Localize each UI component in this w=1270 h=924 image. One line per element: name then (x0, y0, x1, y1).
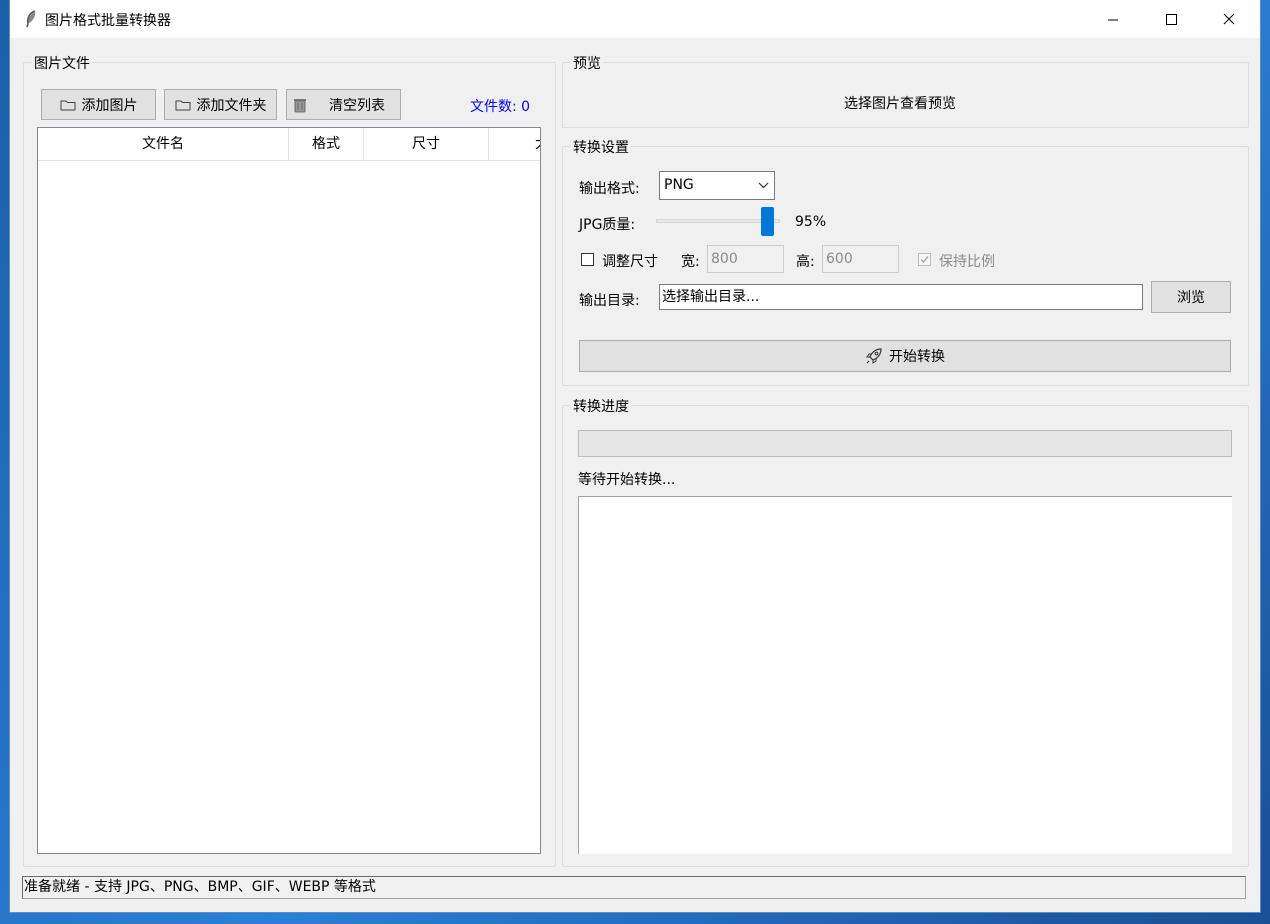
add-images-label: 添加图片 (81, 97, 138, 114)
progress-bar (578, 430, 1232, 457)
height-label: 高: (796, 254, 815, 270)
file-list[interactable]: 文件名 格式 尺寸 大小 (37, 127, 541, 854)
preview-placeholder: 选择图片查看预览 (844, 96, 956, 112)
chevron-down-icon (758, 182, 769, 189)
browse-label: 浏览 (1177, 290, 1205, 306)
maximize-button[interactable] (1142, 0, 1200, 38)
progress-status: 等待开始转换... (578, 472, 676, 488)
height-input[interactable]: 600 (822, 245, 899, 273)
resize-checkbox[interactable] (581, 253, 594, 266)
start-convert-label: 开始转换 (889, 349, 945, 365)
column-header-format[interactable]: 格式 (289, 128, 364, 160)
close-icon (1223, 13, 1235, 25)
preview-panel-title: 预览 (571, 53, 603, 73)
folder-icon (175, 100, 190, 110)
progress-log[interactable] (578, 496, 1232, 854)
window-title: 图片格式批量转换器 (45, 13, 171, 29)
column-header-filesize[interactable]: 大小 (489, 128, 540, 160)
jpg-quality-slider[interactable] (656, 206, 780, 236)
start-convert-button[interactable]: 开始转换 (579, 340, 1231, 372)
resize-label[interactable]: 调整尺寸 (602, 251, 658, 271)
title-bar: 图片格式批量转换器 (10, 0, 1260, 38)
folder-icon (60, 100, 75, 110)
keep-ratio-checkbox[interactable] (918, 253, 931, 266)
width-label: 宽: (681, 254, 700, 270)
file-panel-title: 图片文件 (32, 53, 92, 73)
column-header-size[interactable]: 尺寸 (364, 128, 489, 160)
progress-panel-title: 转换进度 (571, 396, 631, 416)
minimize-icon (1108, 19, 1118, 21)
clear-list-button[interactable]: 清空列表 (286, 89, 401, 120)
file-list-header: 文件名 格式 尺寸 大小 (38, 128, 540, 161)
output-format-select[interactable]: PNG (659, 171, 775, 200)
output-dir-input[interactable]: 选择输出目录... (659, 284, 1143, 310)
settings-panel-title: 转换设置 (571, 137, 631, 157)
jpg-quality-value: 95% (795, 214, 827, 230)
file-count: 文件数: 0 (470, 99, 531, 115)
clear-list-label: 清空列表 (329, 97, 385, 114)
maximize-icon (1166, 14, 1177, 25)
add-images-button[interactable]: 添加图片 (41, 89, 156, 120)
keep-ratio-label[interactable]: 保持比例 (939, 251, 995, 271)
app-window: 图片格式批量转换器 图片文件 添加图片 添加文件夹 清空列表 文件数: 0 文件… (10, 0, 1260, 912)
checkmark-icon (920, 256, 929, 264)
rocket-icon (866, 348, 882, 364)
output-dir-label: 输出目录: (579, 293, 640, 309)
add-folder-label: 添加文件夹 (196, 97, 267, 114)
minimize-button[interactable] (1084, 0, 1142, 38)
slider-thumb[interactable] (761, 207, 774, 236)
jpg-quality-label: JPG质量: (579, 217, 636, 233)
add-folder-button[interactable]: 添加文件夹 (164, 89, 277, 120)
feather-icon (26, 10, 36, 28)
output-format-value: PNG (664, 177, 694, 193)
close-button[interactable] (1200, 0, 1258, 38)
trash-icon (294, 98, 306, 112)
output-format-label: 输出格式: (579, 181, 640, 197)
status-bar: 准备就绪 - 支持 JPG、PNG、BMP、GIF、WEBP 等格式 (22, 876, 1246, 899)
browse-button[interactable]: 浏览 (1151, 281, 1231, 313)
column-header-filename[interactable]: 文件名 (38, 128, 289, 160)
width-input[interactable]: 800 (707, 245, 784, 273)
